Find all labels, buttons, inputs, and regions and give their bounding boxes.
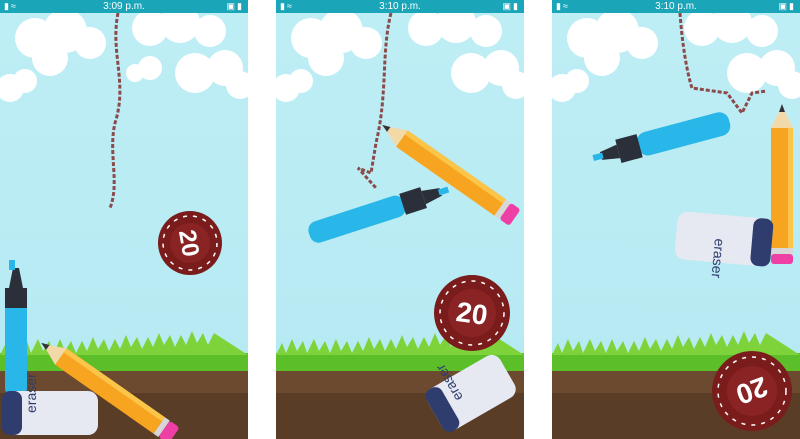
status-time: 3:10 p.m. (379, 1, 421, 12)
battery-icon: ▣▮ (226, 1, 244, 11)
blue-marker[interactable] (590, 110, 732, 170)
yellow-pencil[interactable] (771, 104, 793, 264)
chip-value: 20 (454, 296, 489, 331)
status-time: 3:09 p.m. (103, 1, 145, 12)
game-scene: 20 eraser (276, 13, 524, 439)
battery-icon: ▣▮ (502, 1, 520, 11)
clouds (552, 13, 800, 102)
battery-icon: ▣▮ (778, 1, 796, 11)
status-bar: ▮≈ 3:10 p.m. ▣▮ (276, 0, 524, 13)
status-bar: ▮≈ 3:10 p.m. ▣▮ (552, 0, 800, 13)
chip-value: 20 (173, 228, 204, 259)
status-bar: ▮≈ 3:09 p.m. ▣▮ (0, 0, 248, 13)
game-screen-3[interactable]: ▮≈ 3:10 p.m. ▣▮ eraser 20 (552, 0, 800, 439)
blue-marker[interactable] (306, 179, 452, 245)
game-screen-2[interactable]: ▮≈ 3:10 p.m. ▣▮ 20 eraser (276, 0, 524, 439)
clouds (0, 13, 248, 102)
eraser[interactable]: eraser (673, 211, 774, 283)
status-time: 3:10 p.m. (655, 1, 697, 12)
clouds (276, 13, 524, 102)
game-scene: eraser 20 (552, 13, 800, 439)
game-screen-1[interactable]: ▮≈ 3:09 p.m. ▣▮ 20 eraser (0, 0, 248, 439)
rope (108, 13, 122, 209)
poker-chip[interactable]: 20 (712, 351, 792, 431)
eraser-label: eraser (23, 373, 39, 413)
game-scene: 20 eraser (0, 13, 248, 439)
poker-chip[interactable]: 20 (434, 275, 510, 351)
poker-chip[interactable]: 20 (158, 211, 222, 275)
